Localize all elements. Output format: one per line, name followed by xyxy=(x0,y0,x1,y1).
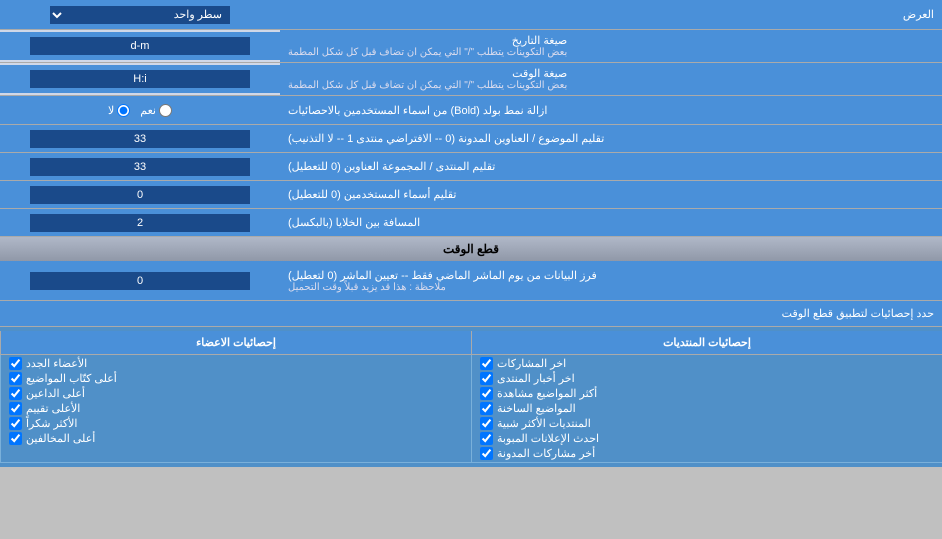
checkboxes-header-row: إحصائيات المنتديات إحصائيات الاعضاء xyxy=(0,331,942,355)
forum-per-page-input[interactable] xyxy=(30,158,250,176)
display-row: العرض سطر واحد سطرين ثلاثة أسطر xyxy=(0,0,942,30)
subjects-per-page-label: تقليم الموضوع / العناوين المدونة (0 -- ا… xyxy=(280,125,942,152)
cb-popular-item: المنتديات الأكثر شبية xyxy=(480,417,934,430)
freq-input-container xyxy=(0,261,280,300)
cb-most-thanks-label: الأكثر شكراً xyxy=(26,417,77,430)
cb-shares[interactable] xyxy=(480,357,493,370)
freq-input[interactable] xyxy=(30,272,250,290)
time-format-label: صيغة الوقت بعض التكوينات يتطلب "/" التي … xyxy=(280,63,942,95)
cb-new-members-item: الأعضاء الجدد xyxy=(9,357,463,370)
subjects-per-page-input[interactable] xyxy=(30,130,250,148)
avatar-spacing-input-container xyxy=(0,209,280,236)
cb-ads-item: احدث الإعلانات المبوبة xyxy=(480,432,934,445)
date-format-label: صيغة التاريخ بعض التكوينات يتطلب "/" الت… xyxy=(280,30,942,62)
bold-remove-row: ازالة نمط بولد (Bold) من اسماء المستخدمي… xyxy=(0,96,942,125)
cb-new-members-label: الأعضاء الجدد xyxy=(26,357,87,370)
checkboxes-content: اخر المشاركات اخر أخبار المنتدى أكثر الم… xyxy=(0,355,942,463)
cb-hot-topics[interactable] xyxy=(480,402,493,415)
forum-per-page-label: تقليم المنتدى / المجموعة العناوين (0 للت… xyxy=(280,153,942,180)
cb-forum-news-label: اخر أخبار المنتدى xyxy=(497,372,575,385)
col1-header: إحصائيات المنتديات xyxy=(471,331,942,354)
cb-forum-news[interactable] xyxy=(480,372,493,385)
checkboxes-limit-label: حدد إحصائيات لتطبيق قطع الوقت xyxy=(0,303,942,324)
bold-remove-radio-group: نعم لا xyxy=(0,96,280,124)
users-per-page-label: تقليم أسماء المستخدمين (0 للتعطيل) xyxy=(280,181,942,208)
time-format-input[interactable] xyxy=(30,70,250,88)
cb-ads[interactable] xyxy=(480,432,493,445)
users-per-page-input-container xyxy=(0,181,280,208)
cb-hot-topics-label: المواضيع الساخنة xyxy=(497,402,576,415)
cb-shares-item: اخر المشاركات xyxy=(480,357,934,370)
cb-top-posters-item: أعلى كتّاب المواضيع xyxy=(9,372,463,385)
bold-yes-label: نعم xyxy=(140,104,172,117)
cb-top-posters[interactable] xyxy=(9,372,22,385)
freq-row: فرز البيانات من يوم الماشر الماضي فقط --… xyxy=(0,261,942,301)
checkboxes-limit-row: حدد إحصائيات لتطبيق قطع الوقت xyxy=(0,301,942,327)
cb-top-active-item: أعلى الداعين xyxy=(9,387,463,400)
cb-top-active[interactable] xyxy=(9,387,22,400)
cb-top-posters-label: أعلى كتّاب المواضيع xyxy=(26,372,117,385)
cb-top-rated[interactable] xyxy=(9,402,22,415)
col2-checkboxes: الأعضاء الجدد أعلى كتّاب المواضيع أعلى ا… xyxy=(0,355,471,462)
cb-top-moderators[interactable] xyxy=(9,432,22,445)
cb-noted-item: أخر مشاركات المدونة xyxy=(480,447,934,460)
bold-remove-label: ازالة نمط بولد (Bold) من اسماء المستخدمي… xyxy=(280,96,942,124)
bold-no-radio[interactable] xyxy=(117,104,130,117)
cb-top-moderators-label: أعلى المخالفين xyxy=(26,432,95,445)
subjects-per-page-row: تقليم الموضوع / العناوين المدونة (0 -- ا… xyxy=(0,125,942,153)
date-format-row: صيغة التاريخ بعض التكوينات يتطلب "/" الت… xyxy=(0,30,942,63)
avatar-spacing-row: المسافة بين الخلايا (بالبكسل) xyxy=(0,209,942,237)
cb-most-viewed-item: أكثر المواضيع مشاهدة xyxy=(480,387,934,400)
cb-top-rated-label: الأعلى تقييم xyxy=(26,402,80,415)
display-select-container: سطر واحد سطرين ثلاثة أسطر xyxy=(0,4,280,26)
col2-header: إحصائيات الاعضاء xyxy=(0,331,471,354)
time-format-input-container xyxy=(0,65,280,93)
cb-shares-label: اخر المشاركات xyxy=(497,357,566,370)
cb-new-members[interactable] xyxy=(9,357,22,370)
cb-most-thanks[interactable] xyxy=(9,417,22,430)
cb-top-moderators-item: أعلى المخالفين xyxy=(9,432,463,445)
forum-per-page-row: تقليم المنتدى / المجموعة العناوين (0 للت… xyxy=(0,153,942,181)
users-per-page-input[interactable] xyxy=(30,186,250,204)
avatar-spacing-label: المسافة بين الخلايا (بالبكسل) xyxy=(280,209,942,236)
subjects-per-page-input-container xyxy=(0,125,280,152)
forum-per-page-input-container xyxy=(0,153,280,180)
cb-popular[interactable] xyxy=(480,417,493,430)
avatar-spacing-input[interactable] xyxy=(30,214,250,232)
cb-most-viewed-label: أكثر المواضيع مشاهدة xyxy=(497,387,597,400)
cb-ads-label: احدث الإعلانات المبوبة xyxy=(497,432,599,445)
checkboxes-section: إحصائيات المنتديات إحصائيات الاعضاء اخر … xyxy=(0,327,942,467)
date-format-input[interactable] xyxy=(30,37,250,55)
main-container: العرض سطر واحد سطرين ثلاثة أسطر صيغة الت… xyxy=(0,0,942,467)
time-format-row: صيغة الوقت بعض التكوينات يتطلب "/" التي … xyxy=(0,63,942,96)
cb-top-rated-item: الأعلى تقييم xyxy=(9,402,463,415)
users-per-page-row: تقليم أسماء المستخدمين (0 للتعطيل) xyxy=(0,181,942,209)
display-label: العرض xyxy=(280,4,942,25)
bold-no-label: لا xyxy=(108,104,130,117)
realtime-section-header: قطع الوقت xyxy=(0,237,942,261)
cb-noted[interactable] xyxy=(480,447,493,460)
cb-most-thanks-item: الأكثر شكراً xyxy=(9,417,463,430)
bold-yes-radio[interactable] xyxy=(159,104,172,117)
cb-hot-topics-item: المواضيع الساخنة xyxy=(480,402,934,415)
cb-popular-label: المنتديات الأكثر شبية xyxy=(497,417,591,430)
cb-most-viewed[interactable] xyxy=(480,387,493,400)
cb-top-active-label: أعلى الداعين xyxy=(26,387,85,400)
cb-noted-label: أخر مشاركات المدونة xyxy=(497,447,595,460)
date-format-input-container xyxy=(0,32,280,60)
col1-checkboxes: اخر المشاركات اخر أخبار المنتدى أكثر الم… xyxy=(471,355,942,462)
display-select[interactable]: سطر واحد سطرين ثلاثة أسطر xyxy=(50,6,230,24)
freq-label: فرز البيانات من يوم الماشر الماضي فقط --… xyxy=(280,261,942,300)
cb-forum-news-item: اخر أخبار المنتدى xyxy=(480,372,934,385)
